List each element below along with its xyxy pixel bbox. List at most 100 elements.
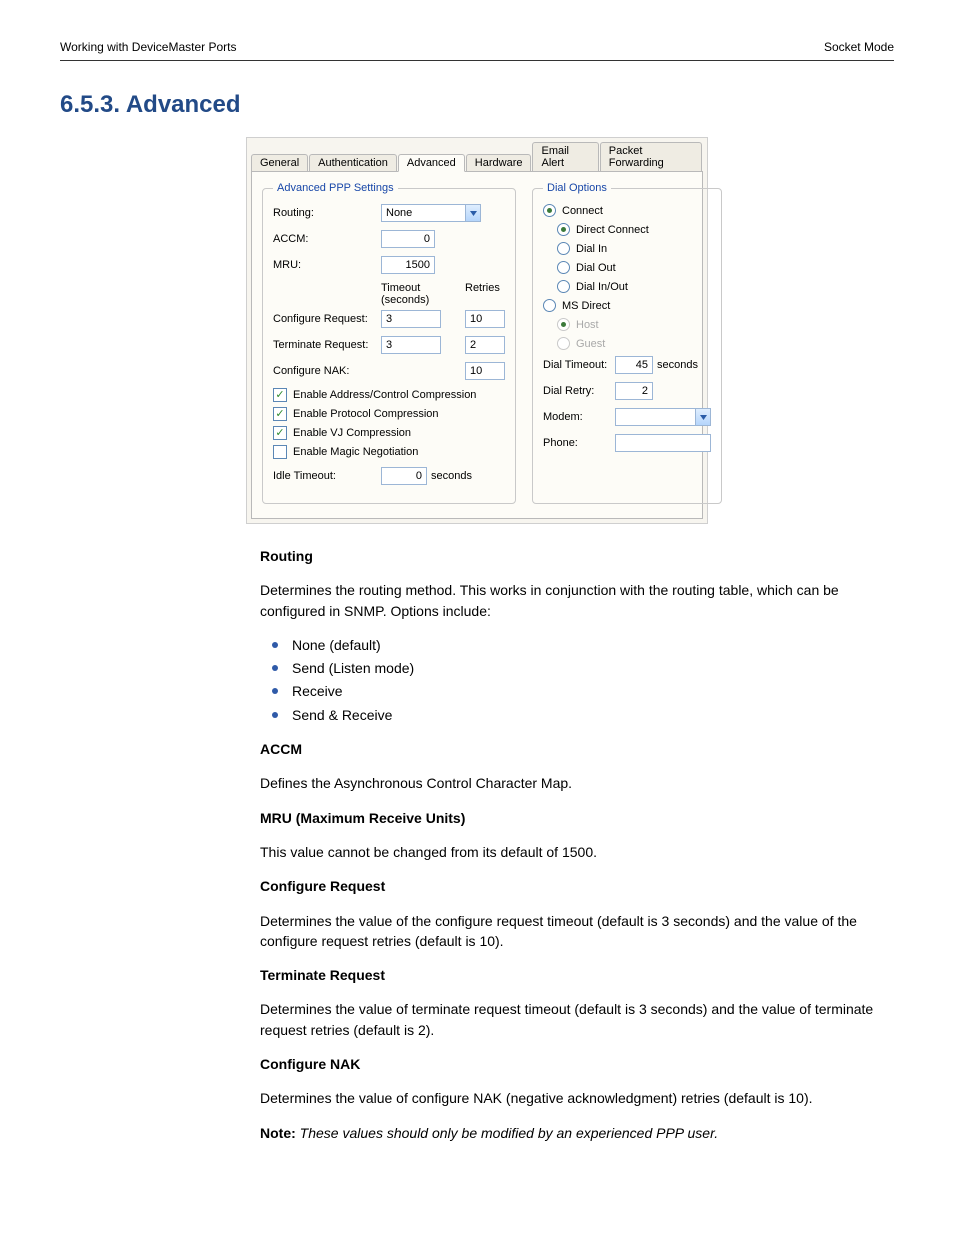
check-icon: [273, 445, 287, 459]
label-dial-retry: Dial Retry:: [543, 385, 615, 397]
heading-configure-nak: Configure NAK: [260, 1054, 894, 1074]
label-mru: MRU:: [273, 259, 381, 271]
checkbox-magic-negotiation[interactable]: Enable Magic Negotiation: [273, 445, 505, 459]
radio-icon: [543, 299, 556, 312]
label-phone: Phone:: [543, 437, 615, 449]
tab-packet-forwarding[interactable]: Packet Forwarding: [600, 142, 702, 171]
section-title: 6.5.3. Advanced: [60, 91, 894, 119]
tab-hardware[interactable]: Hardware: [466, 154, 532, 171]
input-term-req-retries[interactable]: [465, 336, 505, 354]
checkbox-vj-compression-label: Enable VJ Compression: [293, 427, 411, 439]
list-item: Send (Listen mode): [288, 658, 894, 678]
radio-icon: [543, 204, 556, 217]
radio-dial-out-label: Dial Out: [576, 262, 616, 274]
label-modem: Modem:: [543, 411, 615, 423]
checkbox-address-compression[interactable]: Enable Address/Control Compression: [273, 388, 505, 402]
heading-accm: ACCM: [260, 739, 894, 759]
input-idle-timeout[interactable]: [381, 467, 427, 485]
tab-authentication[interactable]: Authentication: [309, 154, 397, 171]
label-configure-request: Configure Request:: [273, 313, 381, 325]
label-dial-timeout: Dial Timeout:: [543, 359, 615, 371]
note-head: Note:: [260, 1125, 296, 1141]
radio-dial-in-label: Dial In: [576, 243, 607, 255]
radio-icon: [557, 223, 570, 236]
group-dial-options: Dial Options Connect Direct Connect Dial…: [532, 182, 722, 504]
input-mru[interactable]: [381, 256, 435, 274]
radio-ms-direct[interactable]: MS Direct: [543, 299, 711, 312]
radio-host-label: Host: [576, 319, 599, 331]
label-terminate-request: Terminate Request:: [273, 339, 381, 351]
radio-icon: [557, 337, 570, 350]
radio-dial-in-out[interactable]: Dial In/Out: [557, 280, 711, 293]
radio-direct-connect-label: Direct Connect: [576, 224, 649, 236]
tab-email-alert[interactable]: Email Alert: [532, 142, 598, 171]
radio-icon: [557, 280, 570, 293]
group-advanced-ppp: Advanced PPP Settings Routing: None ACCM…: [262, 182, 516, 504]
radio-host: Host: [557, 318, 711, 331]
select-routing-value: None: [386, 207, 412, 219]
heading-configure-request: Configure Request: [260, 876, 894, 896]
heading-timeout: Timeout (seconds): [381, 282, 441, 306]
radio-connect[interactable]: Connect: [543, 204, 711, 217]
select-modem[interactable]: [615, 408, 711, 426]
list-item: None (default): [288, 635, 894, 655]
text-configure-request: Determines the value of the configure re…: [260, 911, 894, 952]
input-cfg-req-timeout[interactable]: [381, 310, 441, 328]
text-terminate-request: Determines the value of terminate reques…: [260, 999, 894, 1040]
check-icon: [273, 388, 287, 402]
radio-connect-label: Connect: [562, 205, 603, 217]
tab-advanced[interactable]: Advanced: [398, 154, 465, 172]
legend-dial-options: Dial Options: [543, 182, 611, 194]
label-dial-timeout-unit: seconds: [657, 359, 698, 371]
legend-advanced-ppp: Advanced PPP Settings: [273, 182, 398, 194]
checkbox-address-compression-label: Enable Address/Control Compression: [293, 389, 476, 401]
text-routing: Determines the routing method. This work…: [260, 580, 894, 621]
page-header: Working with DeviceMaster Ports Socket M…: [60, 40, 894, 54]
tab-general[interactable]: General: [251, 154, 308, 171]
input-term-req-timeout[interactable]: [381, 336, 441, 354]
input-dial-timeout[interactable]: [615, 356, 653, 374]
chevron-down-icon: [695, 409, 710, 425]
header-left: Working with DeviceMaster Ports: [60, 40, 237, 54]
header-right: Socket Mode: [824, 40, 894, 54]
select-routing[interactable]: None: [381, 204, 481, 222]
checkbox-protocol-compression[interactable]: Enable Protocol Compression: [273, 407, 505, 421]
settings-panel: Advanced PPP Settings Routing: None ACCM…: [251, 171, 703, 519]
input-accm[interactable]: [381, 230, 435, 248]
radio-icon: [557, 242, 570, 255]
input-phone[interactable]: [615, 434, 711, 452]
label-configure-nak: Configure NAK:: [273, 365, 381, 377]
input-cfg-req-retries[interactable]: [465, 310, 505, 328]
checkbox-vj-compression[interactable]: Enable VJ Compression: [273, 426, 505, 440]
radio-dial-in-out-label: Dial In/Out: [576, 281, 628, 293]
body-text: Routing Determines the routing method. T…: [260, 546, 894, 1143]
text-configure-nak: Determines the value of configure NAK (n…: [260, 1088, 894, 1108]
list-item: Send & Receive: [288, 705, 894, 725]
text-accm: Defines the Asynchronous Control Charact…: [260, 773, 894, 793]
tab-strip: General Authentication Advanced Hardware…: [247, 138, 707, 171]
radio-guest-label: Guest: [576, 338, 605, 350]
check-icon: [273, 426, 287, 440]
label-routing: Routing:: [273, 207, 381, 219]
note-text: These values should only be modified by …: [300, 1125, 718, 1141]
checkbox-magic-negotiation-label: Enable Magic Negotiation: [293, 446, 418, 458]
note: Note: These values should only be modifi…: [260, 1123, 894, 1143]
radio-guest: Guest: [557, 337, 711, 350]
radio-icon: [557, 318, 570, 331]
text-mru: This value cannot be changed from its de…: [260, 842, 894, 862]
label-idle-timeout: Idle Timeout:: [273, 470, 381, 482]
heading-routing: Routing: [260, 546, 894, 566]
input-cfg-nak-retries[interactable]: [465, 362, 505, 380]
chevron-down-icon: [465, 205, 480, 221]
label-idle-unit: seconds: [431, 470, 472, 482]
radio-direct-connect[interactable]: Direct Connect: [557, 223, 711, 236]
radio-ms-direct-label: MS Direct: [562, 300, 610, 312]
header-rule: [60, 60, 894, 61]
list-item: Receive: [288, 681, 894, 701]
radio-icon: [557, 261, 570, 274]
input-dial-retry[interactable]: [615, 382, 653, 400]
checkbox-protocol-compression-label: Enable Protocol Compression: [293, 408, 439, 420]
label-accm: ACCM:: [273, 233, 381, 245]
radio-dial-out[interactable]: Dial Out: [557, 261, 711, 274]
radio-dial-in[interactable]: Dial In: [557, 242, 711, 255]
